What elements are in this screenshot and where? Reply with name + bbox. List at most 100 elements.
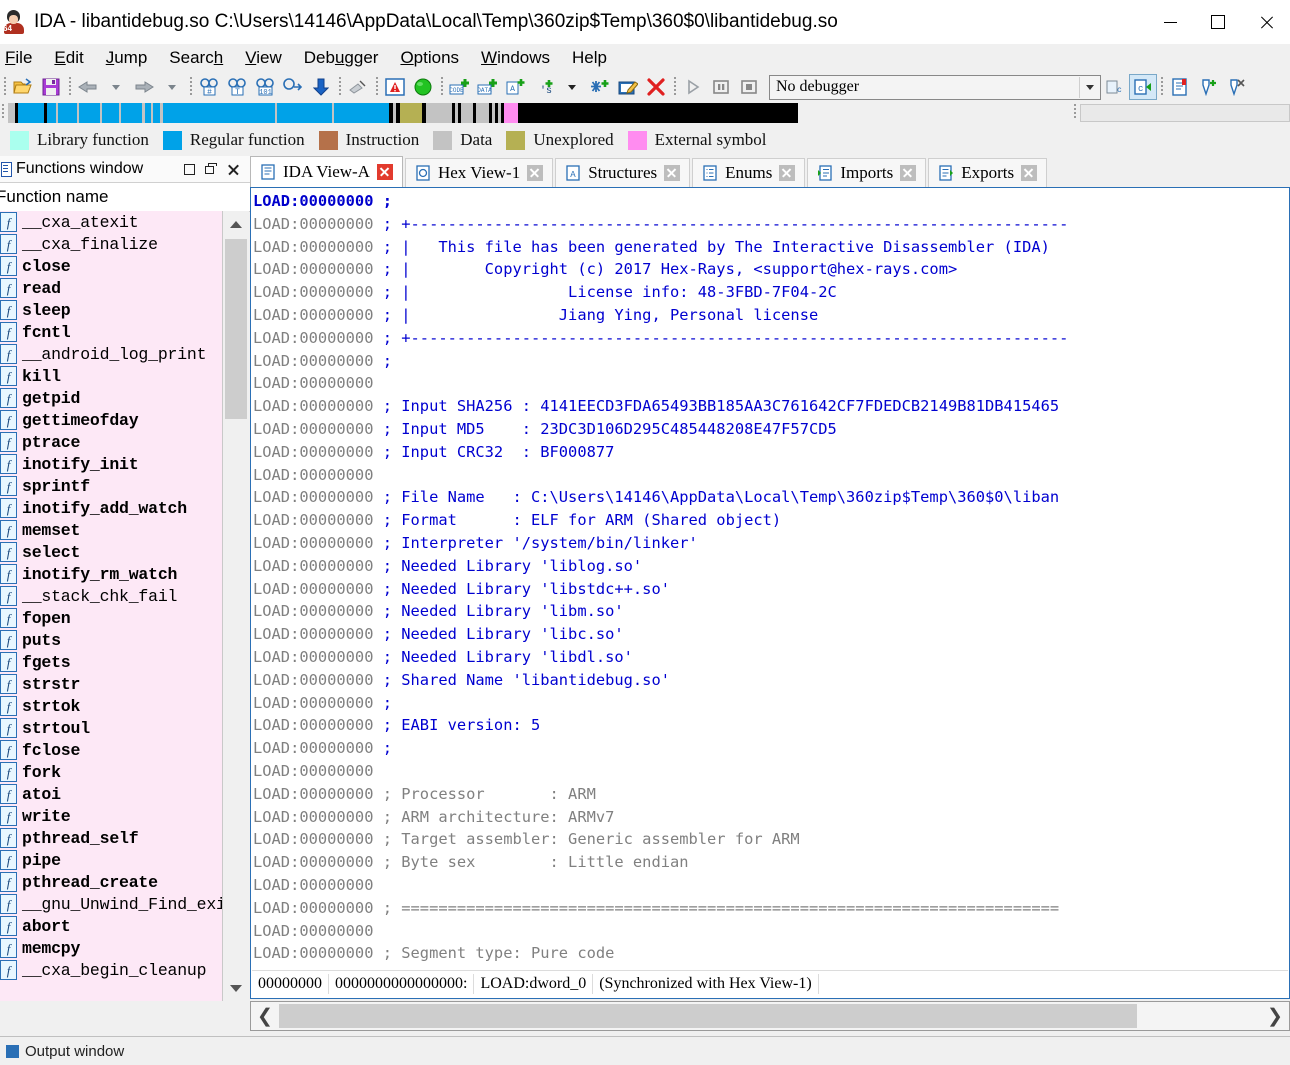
disassembly-line[interactable]: LOAD:00000000 ; Shared Name 'libantidebu… [253, 669, 1287, 692]
function-list-item[interactable]: f pthread_create [0, 871, 222, 893]
hscroll-track[interactable] [279, 1003, 1261, 1029]
menu-windows[interactable]: Windows [470, 46, 561, 70]
function-list-item[interactable]: f __cxa_begin_cleanup [0, 959, 222, 981]
function-list-item[interactable]: f strstr [0, 673, 222, 695]
function-list-item[interactable]: f memset [0, 519, 222, 541]
undefine-icon[interactable] [642, 74, 670, 100]
function-list-item[interactable]: f select [0, 541, 222, 563]
menu-file[interactable]: File [0, 46, 43, 70]
function-list-item[interactable]: f abort [0, 915, 222, 937]
hscroll-right-arrow[interactable]: ❯ [1261, 1002, 1289, 1030]
function-list-item[interactable]: f inotify_rm_watch [0, 563, 222, 585]
functions-vertical-scrollbar[interactable] [223, 211, 249, 1001]
hscroll-thumb[interactable] [279, 1004, 1137, 1028]
menu-debugger[interactable]: Debugger [293, 46, 390, 70]
function-list-item[interactable]: f __cxa_finalize [0, 233, 222, 255]
disassembly-line[interactable]: LOAD:00000000 ; Byte sex : Little endian [253, 851, 1287, 874]
functions-window-close-button[interactable] [222, 159, 244, 179]
forward-dropdown-icon[interactable] [158, 74, 186, 100]
search-text-icon[interactable]: T [223, 74, 251, 100]
make-data-icon[interactable]: DATA [474, 74, 502, 100]
make-code-icon[interactable]: CODE [446, 74, 474, 100]
hscroll-left-arrow[interactable]: ❮ [251, 1002, 279, 1030]
open-file-icon[interactable] [9, 74, 37, 100]
tab-close-icon[interactable] [664, 165, 681, 181]
function-list-item[interactable]: f __gnu_Unwind_Find_exid [0, 893, 222, 915]
disassembly-line[interactable]: LOAD:00000000 ; Needed Library 'libm.so' [253, 600, 1287, 623]
disassembly-line[interactable]: LOAD:00000000 ; Needed Library 'libc.so' [253, 623, 1287, 646]
tab-ida-view-a[interactable]: IDA View-A [250, 156, 403, 187]
tab-close-icon[interactable] [527, 165, 544, 181]
disassembly-line[interactable]: LOAD:00000000 ; Input SHA256 : 4141EECD3… [253, 395, 1287, 418]
delete-breakpoint-icon[interactable] [1222, 74, 1250, 100]
function-list-item[interactable]: f gettimeofday [0, 409, 222, 431]
function-list-item[interactable]: f pthread_self [0, 827, 222, 849]
search-binary-icon[interactable]: 101 [251, 74, 279, 100]
function-list-item[interactable]: f __stack_chk_fail [0, 585, 222, 607]
disassembly-line[interactable]: LOAD:00000000 ; [253, 350, 1287, 373]
tab-close-icon[interactable] [1021, 165, 1038, 181]
notepad-icon[interactable] [1166, 74, 1194, 100]
disassembly-line[interactable]: LOAD:00000000 ; File Name : C:\Users\141… [253, 486, 1287, 509]
disassembly-line[interactable]: LOAD:00000000 ; +-----------------------… [253, 327, 1287, 350]
disassembly-line[interactable]: LOAD:00000000 ; | Jiang Ying, Personal l… [253, 304, 1287, 327]
function-list-item[interactable]: f write [0, 805, 222, 827]
disassembly-listing[interactable]: LOAD:00000000 ; LOAD:00000000 ; +--------… [253, 190, 1287, 970]
disassembly-line[interactable]: LOAD:00000000 ; EABI version: 5 [253, 714, 1287, 737]
disassembly-line[interactable]: LOAD:00000000 ; Interpreter '/system/bin… [253, 532, 1287, 555]
disassembly-line[interactable]: LOAD:00000000 ; | Copyright (c) 2017 Hex… [253, 258, 1287, 281]
forward-arrow-icon[interactable] [130, 74, 158, 100]
debugger-select[interactable]: No debugger [769, 74, 1101, 100]
close-button[interactable] [1242, 0, 1290, 44]
search-next-icon[interactable] [279, 74, 307, 100]
function-list-item[interactable]: f getpid [0, 387, 222, 409]
pause-icon[interactable] [707, 74, 735, 100]
menu-search[interactable]: Search [158, 46, 234, 70]
save-file-icon[interactable] [37, 74, 65, 100]
back-arrow-icon[interactable] [74, 74, 102, 100]
function-list-item[interactable]: f fopen [0, 607, 222, 629]
disassembly-line[interactable]: LOAD:00000000 ; Needed Library 'liblog.s… [253, 555, 1287, 578]
function-list-item[interactable]: f sprintf [0, 475, 222, 497]
functions-scroll-down-button[interactable] [223, 975, 249, 1001]
tab-close-icon[interactable] [376, 164, 393, 180]
make-struct-icon[interactable]: 's' [530, 74, 558, 100]
rename-icon[interactable] [614, 74, 642, 100]
function-list-item[interactable]: f close [0, 255, 222, 277]
decompile-active-icon[interactable]: c [1129, 74, 1157, 100]
tab-exports[interactable]: Exports [928, 158, 1048, 187]
disassembly-line[interactable]: LOAD:00000000 ; Input CRC32 : BF000877 [253, 441, 1287, 464]
function-list-item[interactable]: f memcpy [0, 937, 222, 959]
navband-right-grip[interactable] [1070, 102, 1080, 124]
disassembly-line[interactable]: LOAD:00000000 [253, 372, 1287, 395]
disassembly-line[interactable]: LOAD:00000000 ; +-----------------------… [253, 213, 1287, 236]
function-list-item[interactable]: f pipe [0, 849, 222, 871]
disassembly-line[interactable]: LOAD:00000000 ; Format : ELF for ARM (Sh… [253, 509, 1287, 532]
function-list-item[interactable]: f strtok [0, 695, 222, 717]
tab-structures[interactable]: A Structures [555, 158, 691, 187]
make-ascii-icon[interactable]: A [502, 74, 530, 100]
function-list-item[interactable]: f ptrace [0, 431, 222, 453]
maximize-button[interactable] [1194, 0, 1242, 44]
disassembly-line[interactable]: LOAD:00000000 ; Processor : ARM [253, 783, 1287, 806]
disassembly-line[interactable]: LOAD:00000000 ; ========================… [253, 897, 1287, 920]
disassembly-line[interactable]: LOAD:00000000 ; Input MD5 : 23DC3D106D29… [253, 418, 1287, 441]
disassembly-line[interactable]: LOAD:00000000 [253, 464, 1287, 487]
function-list-item[interactable]: f fork [0, 761, 222, 783]
tab-close-icon[interactable] [779, 165, 796, 181]
function-list-item[interactable]: f strtoul [0, 717, 222, 739]
function-list-item[interactable]: f __cxa_atexit [0, 211, 222, 233]
search-hash-icon[interactable]: # [195, 74, 223, 100]
function-list-item[interactable]: f puts [0, 629, 222, 651]
functions-column-header[interactable]: Function name [0, 183, 250, 212]
make-struct-dropdown-icon[interactable] [558, 74, 586, 100]
tab-imports[interactable]: Imports [807, 158, 927, 187]
functions-window-maximize-button[interactable] [178, 159, 200, 179]
function-list-item[interactable]: f fclose [0, 739, 222, 761]
make-array-icon[interactable] [586, 74, 614, 100]
disassembly-line[interactable]: LOAD:00000000 ; | This file has been gen… [253, 236, 1287, 259]
chevron-down-icon[interactable] [1079, 76, 1100, 98]
menu-help[interactable]: Help [561, 46, 618, 70]
new-breakpoint-icon[interactable] [1194, 74, 1222, 100]
function-list-item[interactable]: f fcntl [0, 321, 222, 343]
